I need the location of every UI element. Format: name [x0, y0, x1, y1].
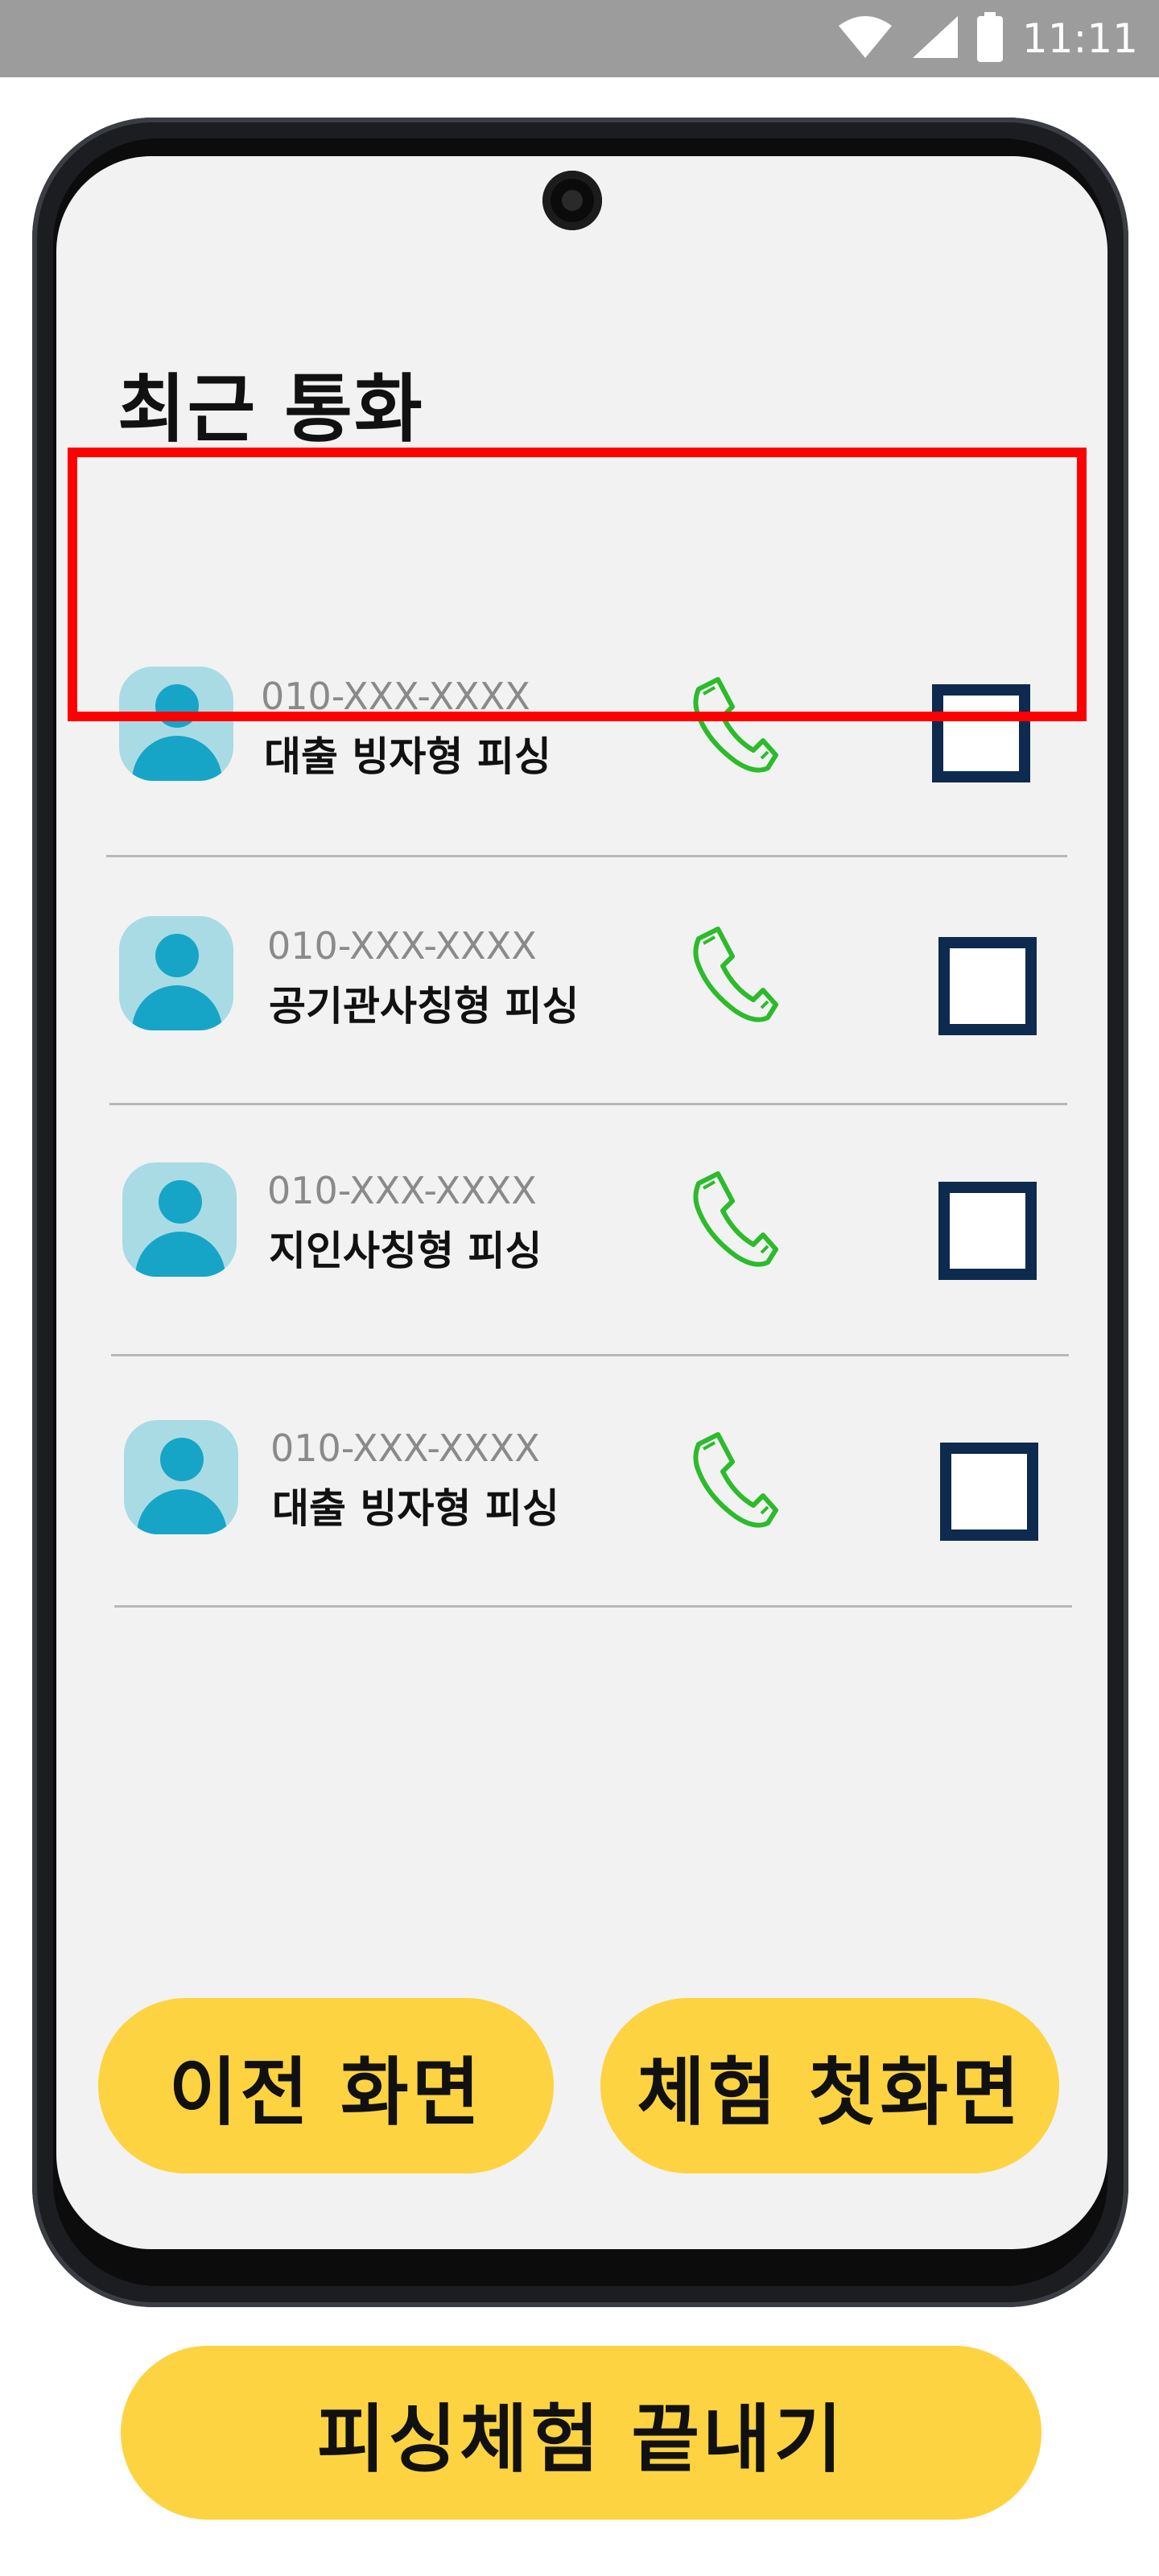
phone-call-icon[interactable] — [687, 1169, 781, 1267]
highlight-frame — [68, 448, 1087, 721]
call-list-item-3[interactable]: 010-XXX-XXXX 지인사칭형 피싱 — [56, 1132, 1107, 1373]
contact-avatar-icon — [124, 1420, 238, 1534]
end-phishing-experience-button[interactable]: 피싱체험 끝내기 — [121, 2346, 1041, 2520]
phone-call-icon[interactable] — [687, 1430, 781, 1528]
previous-screen-button[interactable]: 이전 화면 — [98, 1998, 554, 2174]
wifi-icon — [837, 14, 893, 63]
battery-icon — [976, 12, 1003, 65]
call-list-item-2[interactable]: 010-XXX-XXXX 공기관사칭형 피싱 — [56, 886, 1107, 1127]
status-time: 11:11 — [1021, 15, 1138, 62]
call-list-item-4[interactable]: 010-XXX-XXXX 대출 빙자형 피싱 — [56, 1389, 1107, 1631]
list-divider — [114, 1605, 1072, 1608]
call-type-label: 공기관사칭형 피싱 — [269, 983, 580, 1030]
list-divider — [111, 1354, 1069, 1356]
call-type-label: 대출 빙자형 피싱 — [272, 1485, 559, 1532]
call-select-checkbox[interactable] — [940, 1443, 1038, 1541]
contact-avatar-icon — [119, 916, 233, 1030]
phone-call-icon[interactable] — [687, 924, 781, 1022]
list-divider — [106, 855, 1067, 857]
status-icons: 11:11 — [819, 11, 1138, 66]
call-select-checkbox[interactable] — [938, 937, 1037, 1035]
page-title: 최근 통화 — [118, 366, 424, 452]
status-bar: 11:11 — [0, 0, 1159, 77]
front-camera-icon — [542, 171, 602, 230]
call-number: 010-XXX-XXXX — [270, 1426, 540, 1470]
call-number: 010-XXX-XXXX — [267, 1169, 537, 1212]
call-type-label: 지인사칭형 피싱 — [269, 1228, 542, 1274]
call-number: 010-XXX-XXXX — [267, 924, 537, 968]
call-type-label: 대출 빙자형 피싱 — [264, 733, 551, 780]
call-select-checkbox[interactable] — [938, 1182, 1037, 1280]
contact-avatar-icon — [122, 1162, 237, 1277]
experience-home-button[interactable]: 체험 첫화면 — [600, 1998, 1059, 2174]
list-divider — [109, 1103, 1067, 1105]
signal-icon — [911, 14, 959, 63]
